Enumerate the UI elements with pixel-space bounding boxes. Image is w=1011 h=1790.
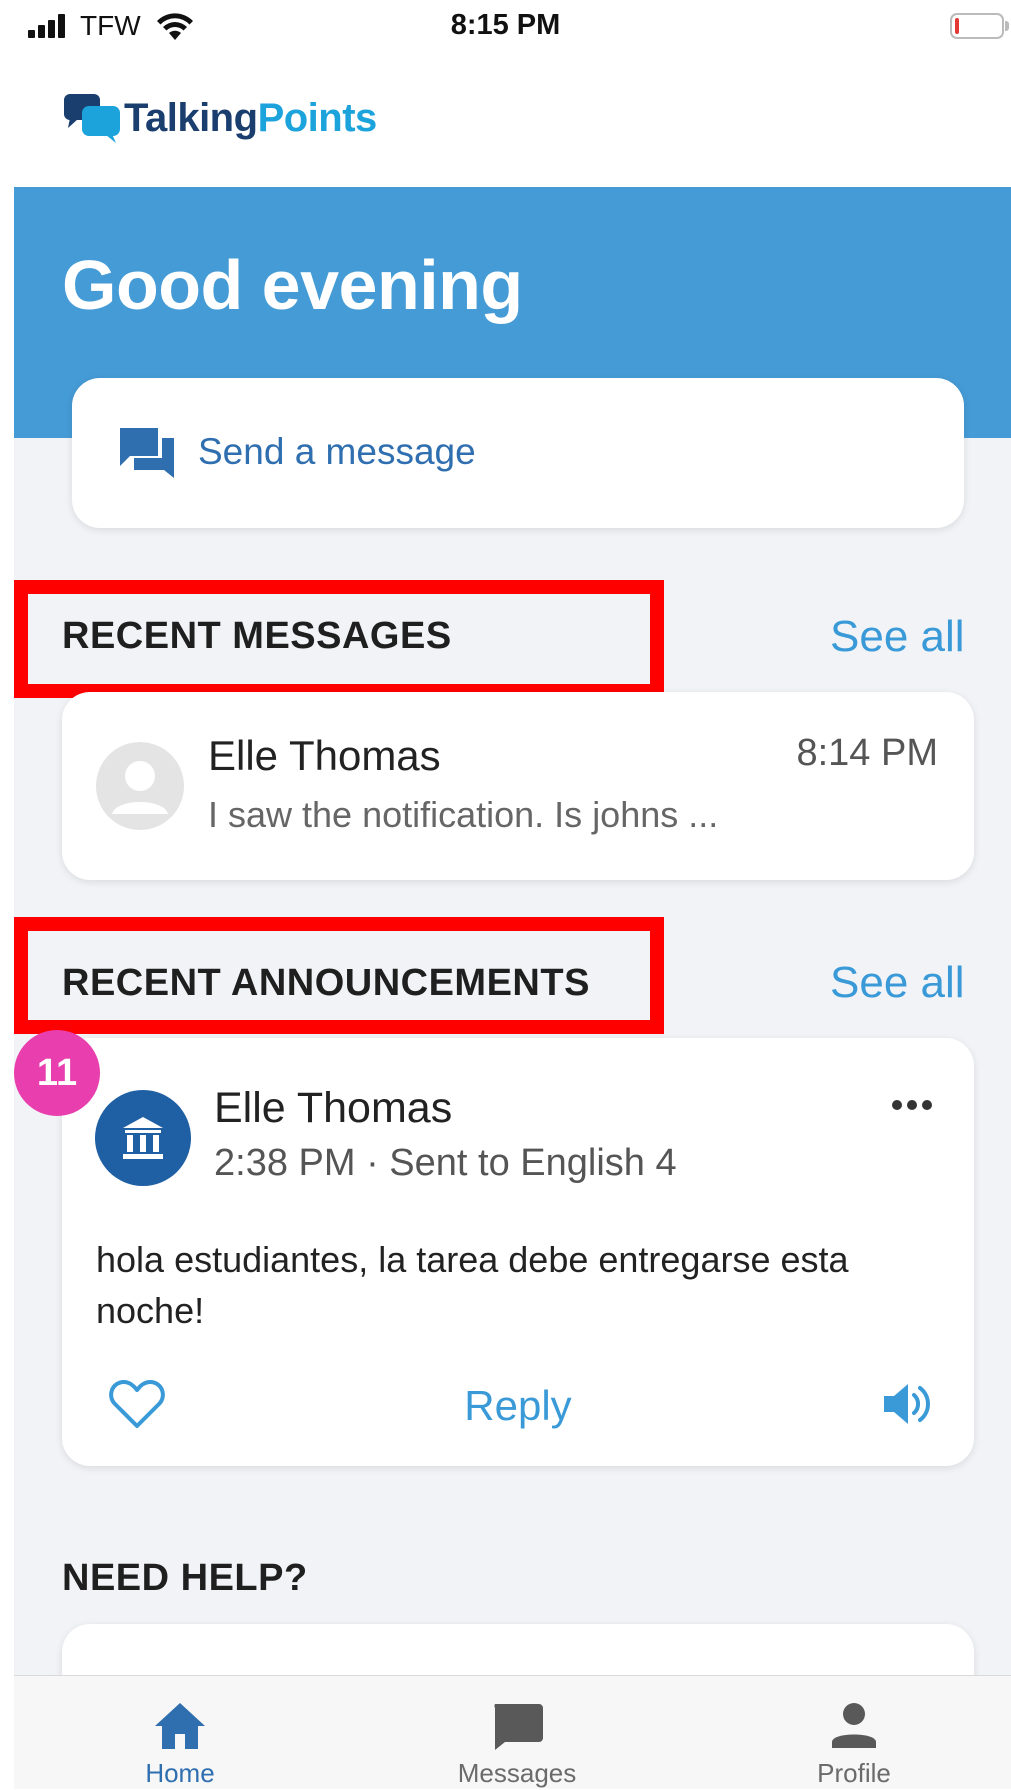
school-icon (123, 1117, 163, 1159)
status-bar: TFW 8:15 PM (0, 0, 1011, 55)
greeting-title: Good evening (62, 246, 523, 324)
messages-icon (494, 1704, 543, 1750)
message-preview: I saw the notification. Is johns ... (208, 794, 719, 835)
recent-messages-title: RECENT MESSAGES (62, 615, 452, 657)
reply-button[interactable]: Reply (62, 1382, 974, 1430)
bottom-navigation: Home Messages Profile (14, 1675, 1011, 1789)
announcement-meta: 2:38 PM · Sent to English 4 (214, 1142, 677, 1184)
see-all-messages-link[interactable]: See all (830, 612, 965, 662)
nav-messages[interactable]: Messages (417, 1676, 617, 1790)
need-help-title: NEED HELP? (62, 1557, 308, 1599)
announcement-card[interactable]: Elle Thomas 2:38 PM · Sent to English 4 … (62, 1038, 974, 1466)
nav-home-label: Home (145, 1758, 215, 1788)
message-sender-name: Elle Thomas (208, 732, 441, 779)
profile-icon (832, 1703, 876, 1748)
person-icon (112, 761, 168, 814)
logo-text: TalkingPoints (124, 96, 377, 141)
logo-text-points: Points (257, 96, 378, 140)
nav-profile-label: Profile (817, 1758, 891, 1788)
see-all-announcements-link[interactable]: See all (830, 958, 965, 1008)
announcement-body: hola estudiantes, la tarea debe entregar… (96, 1239, 849, 1331)
home-icon (155, 1703, 205, 1749)
school-avatar (95, 1090, 191, 1186)
recent-announcements-title: RECENT ANNOUNCEMENTS (62, 962, 590, 1004)
nav-messages-label: Messages (457, 1758, 577, 1788)
speaker-icon[interactable] (882, 1380, 932, 1428)
avatar (96, 742, 184, 830)
status-time: 8:15 PM (450, 9, 561, 41)
logo-text-talking: Talking (124, 96, 258, 140)
chat-icon (120, 428, 174, 478)
announcement-sender-name: Elle Thomas (214, 1084, 453, 1132)
battery-tip (1005, 21, 1009, 31)
more-options-icon[interactable] (890, 1098, 934, 1112)
annotation-badge: 11 (14, 1030, 100, 1116)
chat-bubbles-logo-icon (64, 94, 120, 143)
send-message-label: Send a message (198, 431, 476, 472)
nav-home[interactable]: Home (80, 1676, 280, 1790)
message-list-item[interactable]: Elle Thomas 8:14 PM I saw the notificati… (62, 692, 974, 880)
message-time: 8:14 PM (796, 732, 938, 774)
send-message-button[interactable]: Send a message (72, 378, 964, 528)
nav-profile[interactable]: Profile (754, 1676, 954, 1790)
battery-icon (950, 13, 1004, 39)
